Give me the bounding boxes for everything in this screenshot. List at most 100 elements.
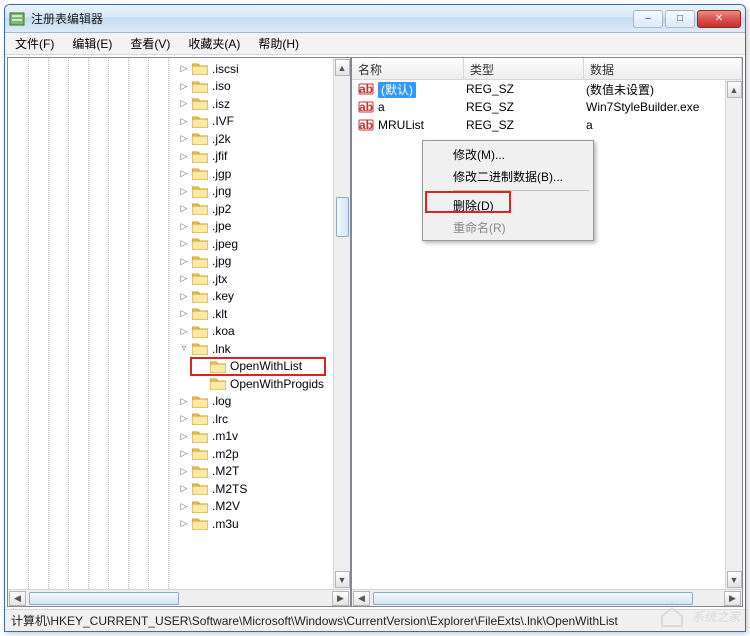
tree-item[interactable]: ▷.jp2: [8, 200, 333, 218]
tree-item[interactable]: ▷.M2TS: [8, 480, 333, 498]
tree-item[interactable]: ▷.koa: [8, 323, 333, 341]
expand-toggle-icon[interactable]: ▷: [178, 290, 190, 302]
ctx-delete[interactable]: 删除(D): [425, 194, 591, 216]
expand-toggle-icon[interactable]: ▷: [178, 273, 190, 285]
scroll-right-icon[interactable]: ▶: [332, 591, 349, 606]
tree-item-label: .jpg: [212, 254, 231, 268]
tree-item[interactable]: ▷.isz: [8, 95, 333, 113]
tree-item[interactable]: ▷ .jpg: [8, 253, 333, 271]
expand-toggle-icon[interactable]: ▷: [178, 80, 190, 92]
list-row[interactable]: abMRUListREG_SZa: [352, 116, 725, 134]
menu-favorites[interactable]: 收藏夹(A): [180, 33, 248, 54]
folder-icon: [210, 377, 226, 390]
titlebar[interactable]: 注册表编辑器 – □ ✕: [5, 5, 745, 33]
expand-toggle-icon[interactable]: ▷: [178, 168, 190, 180]
tree-item[interactable]: ▷.m3u: [8, 515, 333, 533]
menu-view[interactable]: 查看(V): [122, 33, 178, 54]
scroll-left-icon[interactable]: ◀: [9, 591, 26, 606]
value-name: (默认): [378, 81, 466, 98]
expand-toggle-icon[interactable]: ▷: [178, 413, 190, 425]
tree-item[interactable]: ▷.iscsi: [8, 60, 333, 78]
expand-toggle-icon[interactable]: ▷: [178, 115, 190, 127]
tree-item[interactable]: ▷.jpeg: [8, 235, 333, 253]
tree-item[interactable]: ▷.m2p: [8, 445, 333, 463]
tree-item[interactable]: ▷ .m1v: [8, 428, 333, 446]
tree-item[interactable]: ▷.klt: [8, 305, 333, 323]
expand-toggle-icon[interactable]: ▷: [178, 63, 190, 75]
tree-item[interactable]: ▷.M2T: [8, 463, 333, 481]
expand-toggle-icon[interactable]: [196, 360, 208, 372]
folder-icon: [192, 97, 208, 110]
workarea: ▷.iscsi▷.iso▷.isz▷.IVF▷.j2k▷.jfif▷.jgp▷.…: [5, 55, 745, 609]
menu-edit[interactable]: 编辑(E): [64, 33, 120, 54]
expand-toggle-icon[interactable]: ▷: [178, 483, 190, 495]
expand-toggle-icon[interactable]: ▷: [178, 220, 190, 232]
tree-item[interactable]: ▷.iso: [8, 78, 333, 96]
tree-item[interactable]: OpenWithList: [8, 358, 333, 376]
folder-icon: [192, 150, 208, 163]
ctx-modify-binary[interactable]: 修改二进制数据(B)...: [425, 165, 591, 187]
expand-toggle-icon[interactable]: ▷: [178, 325, 190, 337]
expand-toggle-icon[interactable]: ▷: [178, 150, 190, 162]
scroll-down-icon[interactable]: ▼: [335, 571, 350, 588]
minimize-button[interactable]: –: [633, 10, 663, 28]
list-vscroll[interactable]: ▲ ▼: [725, 80, 742, 589]
expand-toggle-icon[interactable]: [196, 378, 208, 390]
expand-toggle-icon[interactable]: ▷: [178, 518, 190, 530]
menu-help[interactable]: 帮助(H): [250, 33, 307, 54]
list-row[interactable]: abaREG_SZWin7StyleBuilder.exe: [352, 98, 725, 116]
col-name[interactable]: 名称: [352, 58, 464, 79]
list-row[interactable]: ab(默认)REG_SZ(数值未设置): [352, 80, 725, 98]
expand-toggle-icon[interactable]: ▷: [178, 203, 190, 215]
list-header[interactable]: 名称 类型 数据: [352, 58, 742, 80]
tree-item[interactable]: ▷.jtx: [8, 270, 333, 288]
scroll-up-icon[interactable]: ▲: [727, 81, 742, 98]
svg-text:ab: ab: [359, 100, 373, 114]
expand-toggle-icon[interactable]: ▿: [178, 343, 190, 355]
tree-item[interactable]: ▷.j2k: [8, 130, 333, 148]
expand-toggle-icon[interactable]: ▷: [178, 465, 190, 477]
tree-item[interactable]: ▷.IVF: [8, 113, 333, 131]
tree-item[interactable]: OpenWithProgids: [8, 375, 333, 393]
expand-toggle-icon[interactable]: ▷: [178, 238, 190, 250]
expand-toggle-icon[interactable]: ▷: [178, 185, 190, 197]
tree-item[interactable]: ▷.jng: [8, 183, 333, 201]
expand-toggle-icon[interactable]: ▷: [178, 448, 190, 460]
expand-toggle-icon[interactable]: ▷: [178, 308, 190, 320]
window-buttons: – □ ✕: [633, 10, 741, 28]
tree-item[interactable]: ▿ .lnk: [8, 340, 333, 358]
tree-vscroll[interactable]: ▲ ▼: [333, 58, 350, 589]
scroll-down-icon[interactable]: ▼: [727, 571, 742, 588]
tree-item[interactable]: ▷.jfif: [8, 148, 333, 166]
expand-toggle-icon[interactable]: ▷: [178, 430, 190, 442]
col-data[interactable]: 数据: [584, 58, 742, 79]
expand-toggle-icon[interactable]: ▷: [178, 133, 190, 145]
expand-toggle-icon[interactable]: ▷: [178, 395, 190, 407]
menu-file[interactable]: 文件(F): [7, 33, 62, 54]
expand-toggle-icon[interactable]: ▷: [178, 500, 190, 512]
tree-hscroll[interactable]: ◀ ▶: [8, 589, 350, 606]
expand-toggle-icon[interactable]: ▷: [178, 255, 190, 267]
tree-item[interactable]: ▷.lrc: [8, 410, 333, 428]
tree-item[interactable]: ▷.jgp: [8, 165, 333, 183]
list-hscroll[interactable]: ◀ ▶: [352, 589, 742, 606]
tree-item-label: .m1v: [212, 429, 238, 443]
ctx-modify[interactable]: 修改(M)...: [425, 143, 591, 165]
tree-item-label: .lnk: [212, 342, 231, 356]
close-button[interactable]: ✕: [697, 10, 741, 28]
tree-item[interactable]: ▷.log: [8, 393, 333, 411]
tree-item-label: OpenWithList: [230, 359, 302, 373]
scroll-left-icon[interactable]: ◀: [353, 591, 370, 606]
scroll-up-icon[interactable]: ▲: [335, 59, 350, 76]
status-path: 计算机\HKEY_CURRENT_USER\Software\Microsoft…: [11, 612, 618, 629]
scroll-right-icon[interactable]: ▶: [724, 591, 741, 606]
maximize-button[interactable]: □: [665, 10, 695, 28]
tree-content[interactable]: ▷.iscsi▷.iso▷.isz▷.IVF▷.j2k▷.jfif▷.jgp▷.…: [8, 58, 333, 589]
folder-icon: [192, 115, 208, 128]
col-type[interactable]: 类型: [464, 58, 584, 79]
tree-item[interactable]: ▷.jpe: [8, 218, 333, 236]
tree-item[interactable]: ▷.key: [8, 288, 333, 306]
value-data: a: [586, 118, 725, 132]
expand-toggle-icon[interactable]: ▷: [178, 98, 190, 110]
tree-item[interactable]: ▷.M2V: [8, 498, 333, 516]
